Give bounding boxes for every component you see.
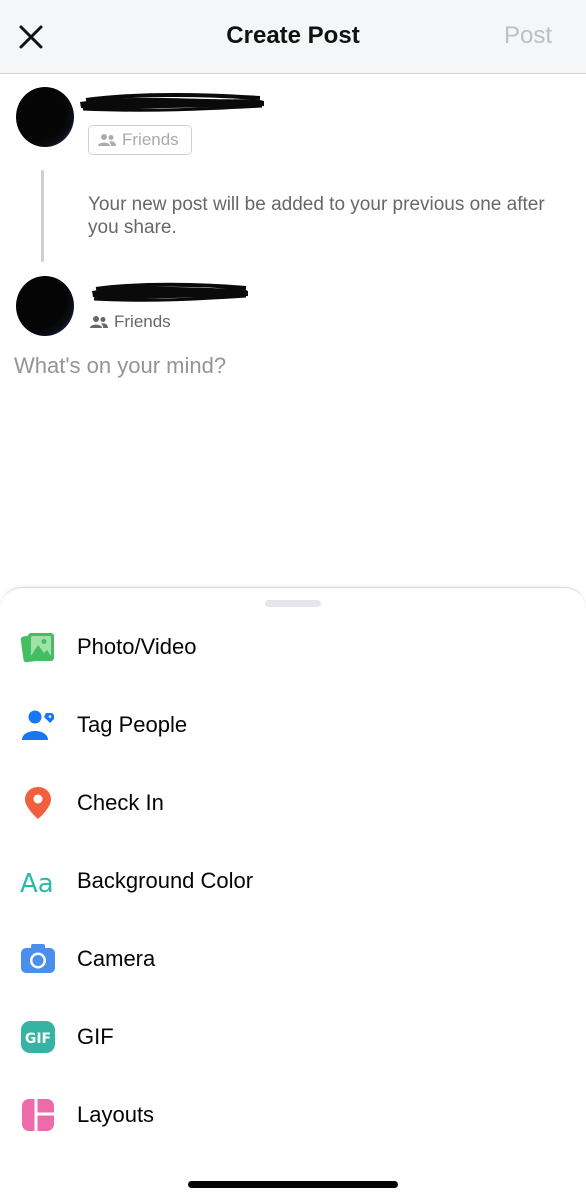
layouts-icon	[20, 1097, 56, 1133]
camera-icon	[20, 941, 56, 977]
sheet-grabber[interactable]	[265, 600, 321, 607]
post-button[interactable]: Post	[504, 22, 552, 50]
audience-label: Friends	[114, 312, 171, 331]
menu-item-label: Background Color	[77, 868, 254, 893]
add-to-post-sheet: Photo/Video Tag People Check In Aa Backg…	[0, 587, 586, 1200]
menu-item-camera[interactable]: Camera	[0, 924, 586, 994]
menu-item-label: Check In	[77, 790, 164, 815]
svg-text:GIF: GIF	[25, 1031, 51, 1047]
audience-selector[interactable]: Friends	[88, 125, 192, 155]
friends-icon	[98, 134, 116, 146]
avatar	[16, 87, 74, 147]
menu-item-gif[interactable]: GIF GIF	[0, 1002, 586, 1072]
post-composer-input[interactable]	[14, 353, 564, 379]
audience-label: Friends	[122, 130, 179, 149]
tag-people-icon	[20, 707, 56, 743]
menu-item-check-in[interactable]: Check In	[0, 768, 586, 838]
thread-line	[41, 170, 44, 262]
menu-item-label: Photo/Video	[77, 634, 197, 659]
redacted-name	[92, 282, 248, 302]
redacted-name	[80, 92, 264, 112]
text-aa-icon: Aa	[20, 863, 56, 899]
menu-item-layouts[interactable]: Layouts	[0, 1080, 586, 1150]
menu-item-label: Tag People	[77, 712, 188, 737]
menu-item-background-color[interactable]: Aa Background Color	[0, 846, 586, 916]
navigation-header: Create Post Post	[0, 0, 586, 74]
thread-notice: Your new post will be added to your prev…	[88, 194, 545, 238]
menu-item-label: Camera	[77, 946, 156, 971]
page-title: Create Post	[226, 22, 360, 49]
menu-item-label: GIF	[77, 1024, 114, 1049]
audience-selector[interactable]: Friends	[90, 311, 171, 333]
home-indicator[interactable]	[188, 1181, 398, 1188]
gif-icon: GIF	[20, 1019, 56, 1055]
menu-item-photo-video[interactable]: Photo/Video	[0, 612, 586, 682]
svg-text:Aa: Aa	[20, 869, 54, 899]
avatar	[16, 276, 74, 336]
photo-video-icon	[20, 629, 56, 665]
create-post-screen: Create Post Post Friends Your new post w…	[0, 0, 586, 1200]
menu-item-label: Layouts	[77, 1102, 155, 1127]
friends-icon	[90, 316, 108, 328]
menu-item-tag-people[interactable]: Tag People	[0, 690, 586, 760]
location-pin-icon	[20, 785, 56, 821]
